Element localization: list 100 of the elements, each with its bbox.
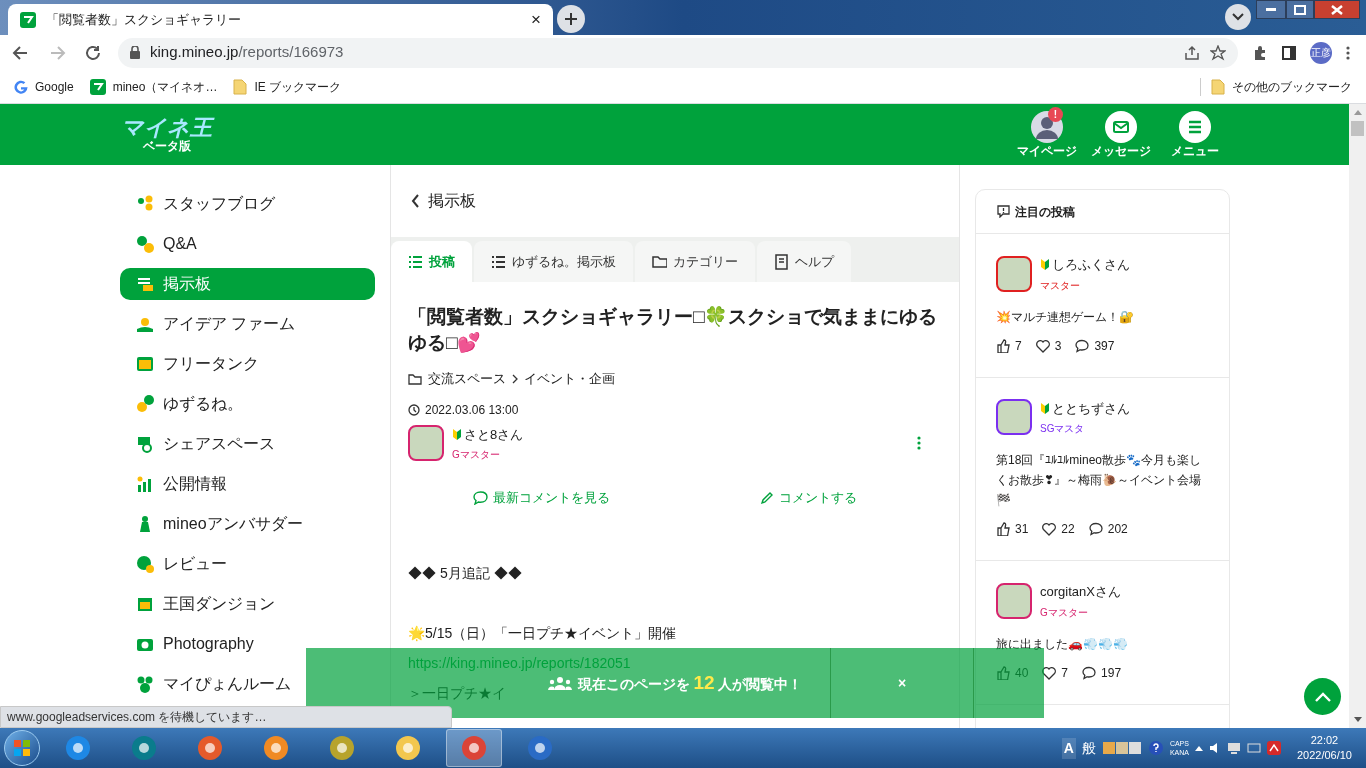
- tab-search-button[interactable]: [1225, 4, 1251, 30]
- close-tab-button[interactable]: ×: [531, 6, 541, 33]
- network-icon: [1246, 742, 1261, 754]
- sidebar-item[interactable]: マイぴょんルーム: [120, 668, 375, 700]
- profile-avatar[interactable]: 正彦: [1310, 41, 1332, 64]
- user-name[interactable]: corgitanXさん: [1040, 582, 1121, 602]
- more-icon: [917, 436, 921, 451]
- taskbar-clock[interactable]: 22:02 2022/06/10: [1296, 733, 1352, 763]
- forward-icon: [48, 43, 66, 62]
- category-icon: [136, 555, 154, 573]
- action-link[interactable]: コメントする: [760, 488, 857, 508]
- comment-count: 202: [1107, 521, 1128, 538]
- speech-bubble-icon: [473, 490, 488, 505]
- post-excerpt: 第18回『ﾕﾙﾕﾙmineo散歩🐾今月も楽しくお散歩❣』～梅雨🐌～イベント会場🏁: [996, 452, 1203, 509]
- reload-icon: [84, 43, 102, 62]
- category-icon: [136, 355, 154, 373]
- address-bar[interactable]: king.mineo.jp/reports/166973: [118, 37, 1238, 68]
- sidebar-item[interactable]: Photography: [120, 628, 375, 660]
- comment-count: 197: [1101, 664, 1122, 682]
- avatar-photo-placeholder[interactable]: [408, 425, 444, 462]
- avatar-photo-placeholder[interactable]: [996, 399, 1032, 436]
- puzzle-icon: [1252, 44, 1268, 61]
- back-icon: [12, 43, 30, 62]
- breadcrumb-link[interactable]: イベント・企画: [524, 369, 615, 389]
- breadcrumb-link[interactable]: 交流スペース: [428, 369, 506, 389]
- category-icon: [136, 675, 154, 693]
- heart-count: 7: [1061, 664, 1069, 682]
- speech-bubble-icon: [1088, 522, 1103, 536]
- category-icon: [136, 475, 154, 493]
- post-excerpt: 💥マルチ連想ゲーム！🔐: [996, 308, 1135, 326]
- site-favicon: [89, 78, 106, 95]
- back-link[interactable]: 掲示板: [391, 165, 959, 237]
- sidebar-item[interactable]: シェアスペース: [120, 428, 375, 460]
- minimize-button[interactable]: [1256, 0, 1286, 19]
- speech-bubble-icon: [1075, 338, 1090, 353]
- sidebar-item[interactable]: 公開情報: [120, 468, 375, 500]
- alert-bubble-icon: [997, 205, 1010, 218]
- sidebar-item[interactable]: 王国ダンジョン: [120, 588, 375, 620]
- tab[interactable]: ヘルプ: [757, 241, 851, 282]
- user-rank: Gマスター: [452, 448, 501, 462]
- other-bookmarks[interactable]: その他のブックマーク: [1200, 77, 1352, 96]
- sidebar-item[interactable]: レビュー: [120, 548, 375, 580]
- category-icon: [136, 435, 154, 453]
- avatar-photo-placeholder[interactable]: [996, 255, 1032, 292]
- user-name[interactable]: ととちずさん: [1052, 398, 1130, 418]
- browser-tab[interactable]: 「閲覧者数」スクショギャラリー ×: [8, 4, 553, 35]
- sidebar-item[interactable]: アイデア ファーム: [120, 308, 375, 340]
- menu-icon: [1179, 111, 1211, 143]
- sidebar-item[interactable]: ゆずるね。: [120, 388, 375, 420]
- list-icon: [491, 253, 506, 270]
- clock-icon: [408, 403, 420, 416]
- thumbs-up-icon: [996, 338, 1010, 353]
- action-link[interactable]: 最新コメントを見る: [473, 488, 610, 508]
- sidebar-item[interactable]: スタッフブログ: [120, 188, 375, 220]
- post-title: 「閲覧者数」スクショギャラリー□🍀スクショで気ままにゆるゆる□💕: [408, 305, 939, 355]
- user-name[interactable]: さと8さん: [464, 424, 524, 444]
- scrollbar-thumb[interactable]: [1351, 121, 1364, 136]
- sidebar-item[interactable]: フリータンク: [120, 348, 375, 380]
- heart-icon: [1042, 522, 1057, 536]
- pencil-icon: [760, 490, 774, 505]
- lock-icon: [130, 46, 140, 59]
- close-window-button[interactable]: [1314, 0, 1360, 19]
- share-icon: [1184, 44, 1200, 61]
- scroll-top-button[interactable]: [1304, 678, 1341, 715]
- sidebar-item[interactable]: Q&A: [120, 228, 375, 260]
- tab[interactable]: カテゴリー: [635, 241, 755, 282]
- taskbar-app[interactable]: [446, 729, 502, 767]
- category-icon: [136, 235, 154, 253]
- scroll-up-arrow-icon: [1353, 110, 1362, 115]
- new-tab-button[interactable]: [557, 5, 585, 33]
- alert-badge: !: [1048, 107, 1063, 122]
- tab-title: 「閲覧者数」スクショギャラリー: [46, 10, 241, 29]
- people-icon: [547, 676, 572, 690]
- sidebar-item[interactable]: mineoアンバサダー: [120, 508, 375, 540]
- post-date: 2022.03.06 13:00: [425, 401, 519, 419]
- bookmark[interactable]: IE ブックマーク: [233, 77, 342, 96]
- featured-post[interactable]: しろふくさん マスター 💥マルチ連想ゲーム！🔐 7 3 397: [976, 234, 1229, 378]
- post-text: ＞一日プチ★イ: [408, 683, 506, 703]
- ime-kanji-indicator[interactable]: 般: [1081, 737, 1096, 759]
- category-icon: [136, 395, 154, 413]
- category-icon: [136, 195, 154, 213]
- help-icon: [1147, 740, 1164, 756]
- bookmark[interactable]: Google: [14, 77, 74, 96]
- bookmark[interactable]: mineo（マイネオ…: [89, 77, 218, 96]
- maximize-button[interactable]: [1286, 0, 1314, 19]
- chevron-down-icon: [1232, 13, 1244, 21]
- avatar-photo-placeholder[interactable]: [996, 582, 1032, 619]
- ime-mode-indicator[interactable]: A: [1061, 737, 1076, 759]
- start-button[interactable]: [4, 730, 40, 766]
- plus-icon: [564, 12, 578, 26]
- tab[interactable]: ゆずるね。掲示板: [474, 241, 633, 282]
- chevron-left-icon: [411, 194, 420, 208]
- chevron-right-icon: [512, 373, 518, 384]
- scrollbar[interactable]: [1349, 104, 1366, 728]
- post-text: 🌟5/15（日）「一日プチ★イベント」開催: [408, 623, 677, 643]
- list-icon: [408, 253, 423, 270]
- featured-post[interactable]: ととちずさん SGマスタ 第18回『ﾕﾙﾕﾙmineo散歩🐾今月も楽しくお散歩❣』～梅雨🐌～イベント会場🏁 31 22 202: [976, 377, 1229, 561]
- user-name[interactable]: しろふくさん: [1052, 255, 1130, 275]
- speech-bubble-icon: [1082, 665, 1097, 680]
- user-rank: マスター: [1040, 278, 1081, 293]
